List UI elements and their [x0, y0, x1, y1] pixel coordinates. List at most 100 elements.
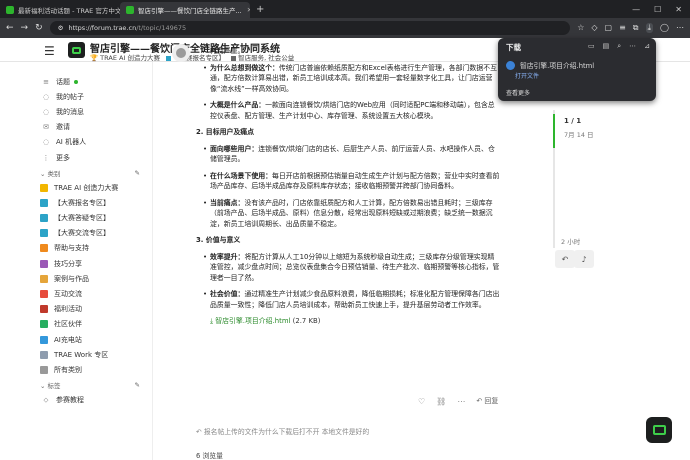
bullet-lead: 在什么场景下使用：	[210, 171, 273, 180]
sidebar-item-label: 【大赛报名专区】	[54, 198, 110, 207]
sidebar-category-item[interactable]: 【大赛报名专区】	[40, 195, 148, 210]
attachment-link[interactable]: ⤓ 智店引擎.项目介绍.html (2.7 KB)	[210, 316, 500, 327]
split-icon[interactable]: ▢	[605, 23, 613, 33]
bullet-list-3: 效率提升：将配方计算从人工10分钟以上缩短为系统秒级自动生成；三级库存分级管理实…	[194, 252, 500, 311]
search-icon[interactable]: ⌕	[617, 42, 621, 51]
sidebar-category-item[interactable]: 福利活动	[40, 302, 148, 317]
edit-icon[interactable]: ✎	[135, 169, 140, 177]
delete-icon[interactable]: ▤	[603, 42, 610, 51]
see-more-link[interactable]: 查看更多	[506, 88, 530, 97]
new-tab-button[interactable]: +	[250, 4, 270, 15]
sidebar: ≡ 话题 ◌ 我的帖子 ◌ 我的消息 ✉ 邀请 ◌ AI 机器人 ⋮ 更多 ⌄ 类别 ✎ TR…	[40, 74, 148, 408]
timeline-ago: 2 小时	[561, 238, 581, 246]
invite-icon: ✉	[43, 123, 49, 132]
sidebar-category-item[interactable]: 案例与作品	[40, 271, 148, 286]
folder-icon[interactable]: ▭	[588, 42, 595, 51]
link-icon[interactable]: ⛓	[436, 397, 446, 406]
reply-label: 回复	[484, 397, 499, 405]
list-item: 为什么总想到做这个：传统门店普遍依赖纸质配方和Excel表格进行生产管理，各部门…	[203, 63, 500, 95]
edit-icon[interactable]: ✎	[135, 381, 140, 389]
forum-page: ☰ 智店引擎——餐饮门店全链路生产协同系统 🏆 TRAE AI 创造力大赛 【大…	[0, 38, 690, 460]
sidebar-category-item[interactable]: 技巧分享	[40, 256, 148, 271]
maximize-icon[interactable]: ☐	[654, 5, 661, 14]
reply-button[interactable]: ↶ 回复	[476, 396, 498, 406]
sidebar-category-item[interactable]: 社区伙伴	[40, 317, 148, 332]
sidebar-category-item[interactable]: 【大赛交流专区】	[40, 226, 148, 241]
menu-icon[interactable]: ⋯	[676, 23, 684, 33]
downloads-title: 下载	[506, 43, 521, 52]
site-info-icon[interactable]: ⚙	[58, 24, 64, 32]
bullet-text: 通过精准生产计划减少食品原料浪费，降低临期损耗；标准化配方管理保障各门店出品质量…	[210, 290, 500, 309]
minimize-icon[interactable]: —	[632, 5, 640, 14]
category-link[interactable]: TRAE AI 创造力大赛	[100, 54, 160, 62]
sidebar-item-label: 我的消息	[56, 107, 84, 116]
category-square-icon	[40, 259, 48, 268]
sidebar-item-label: 更多	[56, 153, 70, 162]
bullet-list-1: 为什么总想到做这个：传统门店普遍依赖纸质配方和Excel表格进行生产管理，各部门…	[194, 63, 500, 122]
notification-bell-button[interactable]: ♪	[574, 250, 594, 268]
sidebar-divider	[152, 62, 153, 460]
tab-active[interactable]: 智店引擎——餐饮门店全链路生产... ✕	[120, 2, 250, 18]
sidebar-category-item[interactable]: AI充电站	[40, 332, 148, 347]
reload-icon[interactable]: ↻	[35, 23, 43, 33]
collections-icon[interactable]: ⧉	[633, 23, 639, 33]
sidebar-category-item[interactable]: 【大赛答疑专区】	[40, 211, 148, 226]
sidebar-item-more[interactable]: ⋮ 更多	[40, 150, 148, 165]
extensions-icon[interactable]: ◇	[591, 23, 597, 33]
sidebar-category-item[interactable]: 互动交流	[40, 286, 148, 301]
browser-tools: ☆ ◇ ▢ ≡ ⧉ ⤓ ◯ ⋯	[577, 23, 684, 33]
timeline-reply-button[interactable]: ↶	[555, 250, 575, 268]
more-icon[interactable]: ⋯	[629, 42, 636, 51]
sidebar-item-my-posts[interactable]: ◌ 我的帖子	[40, 89, 148, 104]
tab-label: 智店引擎——餐饮门店全链路生产...	[138, 7, 242, 15]
ai-assistant-button[interactable]	[646, 417, 672, 443]
more-icon: ⋮	[42, 153, 50, 162]
sidebar-item-invite[interactable]: ✉ 邀请	[40, 120, 148, 135]
favorites-icon[interactable]: ≡	[619, 23, 626, 33]
avatar[interactable]	[172, 44, 190, 62]
tab-strip: 最新福利活动话题 - TRAE 官方中文... 智店引擎——餐饮门店全链路生产.…	[0, 0, 690, 18]
star-icon[interactable]: ☆	[577, 23, 584, 33]
timeline-handle[interactable]	[553, 114, 555, 148]
close-window-icon[interactable]: ✕	[675, 5, 682, 14]
section-heading: 3. 价值与意义	[196, 236, 241, 244]
sidebar-item-label: 【大赛交流专区】	[54, 229, 110, 238]
suggested-topic[interactable]: ↶ 报名帖上传的文件为什么下载后打不开 本地文件是好的	[196, 426, 369, 436]
sidebar-item-label: 案例与作品	[54, 274, 89, 283]
sidebar-item-my-messages[interactable]: ◌ 我的消息	[40, 104, 148, 119]
like-icon[interactable]: ♡	[418, 397, 425, 406]
downloads-toolbar: ▭ ▤ ⌕ ⋯ ⊿	[588, 42, 650, 51]
sidebar-category-item[interactable]: TRAE AI 创造力大赛	[40, 180, 148, 195]
category-square-icon	[40, 365, 48, 374]
browser-window: 最新福利活动话题 - TRAE 官方中文... 智店引擎——餐饮门店全链路生产.…	[0, 0, 690, 460]
sidebar-category-item[interactable]: TRAE Work 专区	[40, 347, 148, 362]
sidebar-category-item[interactable]: 所有类别	[40, 362, 148, 377]
download-icon[interactable]: ⤓	[645, 23, 654, 33]
download-item[interactable]: 智店引擎.项目介绍.html	[506, 60, 594, 70]
profile-icon[interactable]: ◯	[660, 23, 669, 33]
tab-inactive[interactable]: 最新福利活动话题 - TRAE 官方中文...	[0, 2, 120, 18]
pin-icon[interactable]: ⊿	[644, 42, 650, 51]
tags-section-header[interactable]: ⌄ 标签 ✎	[40, 378, 148, 393]
categories-section-header[interactable]: ⌄ 类别 ✎	[40, 165, 148, 180]
downloads-popup: 下载 ▭ ▤ ⌕ ⋯ ⊿ 智店引擎.项目介绍.html 打开文件 查看更多	[498, 38, 656, 101]
open-file-link[interactable]: 打开文件	[515, 71, 539, 80]
intro-tail: 耗费严重。	[210, 47, 245, 55]
timeline-track[interactable]	[553, 110, 555, 248]
sidebar-item-ai-bot[interactable]: ◌ AI 机器人	[40, 135, 148, 150]
sidebar-category-item[interactable]: 帮助与支持	[40, 241, 148, 256]
post-body: 耗费严重。 为什么总想到做这个：传统门店普遍依赖纸质配方和Excel表格进行生产…	[194, 46, 500, 327]
back-icon[interactable]: ←	[6, 23, 14, 33]
url-bar[interactable]: ⚙ https://forum.trae.cn/t/topic/149675	[49, 21, 571, 35]
message-icon: ◌	[42, 107, 50, 116]
sidebar-tag-item[interactable]: ⬦ 参赛教程	[40, 393, 148, 408]
site-logo[interactable]	[68, 42, 85, 58]
topics-icon: ≡	[43, 77, 49, 86]
list-item: 当前痛点：没有该产品时，门店依靠纸质配方和人工计算，配方倍数易出错且耗时；三级库…	[203, 198, 500, 230]
subcategory-square-icon	[166, 55, 172, 61]
forward-icon[interactable]: →	[21, 23, 29, 33]
sidebar-item-topics[interactable]: ≡ 话题	[40, 74, 148, 89]
hamburger-menu-icon[interactable]: ☰	[44, 44, 55, 58]
more-actions-icon[interactable]: ⋯	[457, 397, 465, 406]
bullet-lead: 为什么总想到做这个：	[210, 63, 279, 72]
